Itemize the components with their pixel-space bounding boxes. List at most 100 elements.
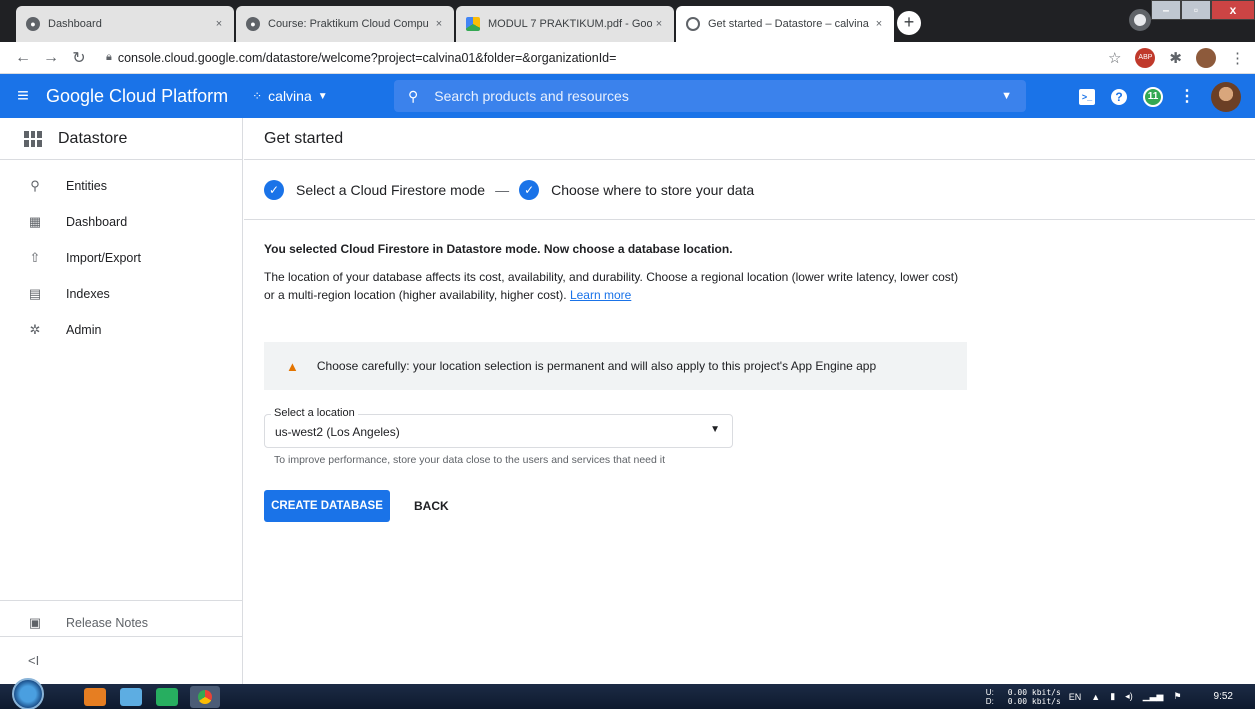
star-icon[interactable]: ☆ (1108, 49, 1121, 67)
location-description: The location of your database affects it… (264, 268, 984, 304)
sidebar-title: Datastore (58, 129, 128, 147)
browser-tab-get-started[interactable]: Get started – Datastore – calvina × (676, 6, 894, 42)
globe-icon: ● (246, 17, 260, 31)
url-input[interactable]: console.cloud.google.com/datastore/welco… (118, 51, 617, 65)
gear-icon (686, 17, 700, 31)
tab-close-icon[interactable]: × (652, 18, 666, 30)
net-up-value: 0.00 kbit/s (1007, 687, 1061, 697)
sidebar-item-label: Release Notes (66, 616, 148, 630)
gear-icon: ✲ (29, 322, 41, 337)
maximize-icon[interactable]: ▫ (1181, 0, 1211, 20)
sidebar-item-entities[interactable]: ⚲ Entities (0, 168, 242, 204)
select-label: Select a location (271, 407, 358, 419)
description-line-2: or a multi-region location (higher avail… (264, 288, 567, 302)
sidebar-item-dashboard[interactable]: ▦ Dashboard (0, 204, 242, 240)
tab-title: Get started – Datastore – calvina (708, 18, 869, 30)
brand-title[interactable]: Google Cloud Platform (46, 86, 228, 107)
spreadsheet-app-icon[interactable] (156, 687, 178, 706)
net-labels: U: D: (986, 688, 994, 706)
sidebar-item-label: Indexes (66, 287, 110, 301)
browser-tab-course[interactable]: ● Course: Praktikum Cloud Compu × (236, 6, 454, 42)
window-controls: – ▫ x (1151, 0, 1255, 20)
create-database-button[interactable]: CREATE DATABASE (264, 490, 390, 522)
file-explorer-icon[interactable] (120, 687, 142, 706)
account-avatar[interactable] (1211, 82, 1241, 112)
tab-close-icon[interactable]: × (212, 18, 226, 30)
tab-close-icon[interactable]: × (872, 18, 886, 30)
sidebar-item-import-export[interactable]: ⇧ Import/Export (0, 240, 242, 276)
learn-more-link[interactable]: Learn more (570, 288, 631, 302)
forward-arrow-icon[interactable]: → (40, 49, 62, 67)
search-input[interactable]: ⚲ Search products and resources ▼ (394, 80, 1026, 112)
release-notes-section: ▣ Release Notes (0, 600, 242, 639)
dashboard-icon: ▦ (28, 214, 42, 229)
media-player-icon[interactable] (84, 687, 106, 706)
back-button[interactable]: BACK (414, 499, 449, 513)
cloud-shell-icon[interactable]: >_ (1079, 89, 1095, 105)
signal-icon[interactable]: ▁▃▅ (1143, 691, 1164, 702)
gcp-header: ≡ Google Cloud Platform ⁘ calvina ▼ ⚲ Se… (0, 74, 1255, 118)
warning-text: Choose carefully: your location selectio… (316, 359, 877, 373)
browser-avatar[interactable] (1196, 48, 1216, 68)
reload-icon[interactable]: ↻ (68, 48, 90, 68)
datastore-icon (24, 130, 42, 147)
search-icon: ⚲ (30, 178, 40, 193)
collapse-sidebar-icon[interactable]: <I (0, 636, 242, 684)
step-separator: — (495, 181, 510, 198)
language-indicator[interactable]: EN (1069, 692, 1082, 702)
chrome-taskbar-icon[interactable] (190, 685, 220, 708)
select-hint: To improve performance, store your data … (274, 454, 666, 466)
new-tab-button[interactable]: + (897, 11, 921, 35)
globe-icon: ● (26, 17, 40, 31)
search-placeholder: Search products and resources (434, 88, 629, 104)
sidebar-item-indexes[interactable]: ▤ Indexes (0, 276, 242, 312)
sidebar-item-release-notes[interactable]: ▣ Release Notes (0, 607, 242, 639)
puzzle-icon[interactable]: ✱ (1169, 49, 1182, 67)
back-arrow-icon[interactable]: ← (12, 49, 34, 67)
extension-abp-icon[interactable]: ABP (1135, 48, 1156, 68)
action-center-flag-icon[interactable]: ⚑ (1173, 691, 1181, 702)
warning-icon: ▲ (286, 358, 299, 374)
browser-tab-dashboard[interactable]: ● Dashboard × (16, 6, 234, 42)
sidebar-item-label: Dashboard (66, 215, 128, 229)
clock[interactable]: 9:52 (1214, 691, 1233, 702)
project-name: calvina (268, 88, 312, 104)
volume-icon[interactable]: ◂) (1125, 691, 1133, 702)
sidebar: Datastore ⚲ Entities ▦ Dashboard ⇧ Impor… (0, 118, 243, 684)
address-bar: ← → ↻ 🔒︎ console.cloud.google.com/datast… (0, 42, 1255, 74)
browser-profile-icon[interactable] (1129, 9, 1151, 31)
net-down-label: D: (985, 696, 994, 706)
step-1-label: Select a Cloud Firestore mode (296, 181, 486, 198)
sidebar-header: Datastore (0, 118, 242, 160)
more-vert-icon[interactable]: ⋮ (1230, 49, 1245, 67)
select-value: us-west2 (Los Angeles) (275, 425, 400, 439)
tray-expand-icon[interactable]: ▲ (1091, 692, 1100, 702)
lock-icon[interactable]: 🔒︎ (106, 51, 112, 64)
release-notes-icon: ▣ (28, 615, 42, 630)
menu-icon[interactable]: ≡ (0, 85, 46, 108)
notifications-badge[interactable]: 11 (1143, 87, 1163, 107)
windows-start-icon[interactable] (12, 677, 44, 709)
check-icon: ✓ (264, 179, 284, 200)
main-content: Get started ✓ Select a Cloud Firestore m… (244, 118, 1255, 684)
project-picker[interactable]: ⁘ calvina ▼ (252, 88, 328, 104)
net-speed: 0.00 kbit/s 0.00 kbit/s (1008, 688, 1061, 706)
close-window-icon[interactable]: x (1211, 0, 1255, 20)
minimize-icon[interactable]: – (1151, 0, 1181, 20)
browser-tab-modul[interactable]: MODUL 7 PRAKTIKUM.pdf - Goo × (456, 6, 674, 42)
step-2-label: Choose where to store your data (551, 181, 755, 198)
sidebar-item-label: Admin (66, 323, 102, 337)
help-icon[interactable]: ? (1111, 89, 1127, 105)
more-vert-icon[interactable]: ⋮ (1179, 89, 1195, 105)
tab-close-icon[interactable]: × (432, 18, 446, 30)
form-actions: CREATE DATABASE BACK (264, 490, 1255, 522)
upload-icon: ⇧ (29, 250, 41, 265)
battery-icon[interactable]: ▮ (1110, 691, 1115, 702)
address-bar-actions: ☆ ABP ✱ ⋮ (1108, 48, 1245, 68)
chevron-down-icon[interactable]: ▼ (1001, 90, 1012, 102)
description-line-1: The location of your database affects it… (264, 270, 959, 284)
section-heading: You selected Cloud Firestore in Datastor… (264, 242, 733, 256)
location-select[interactable]: Select a location us-west2 (Los Angeles)… (264, 407, 733, 448)
sidebar-item-admin[interactable]: ✲ Admin (0, 312, 242, 348)
page-title: Get started (244, 118, 1255, 160)
